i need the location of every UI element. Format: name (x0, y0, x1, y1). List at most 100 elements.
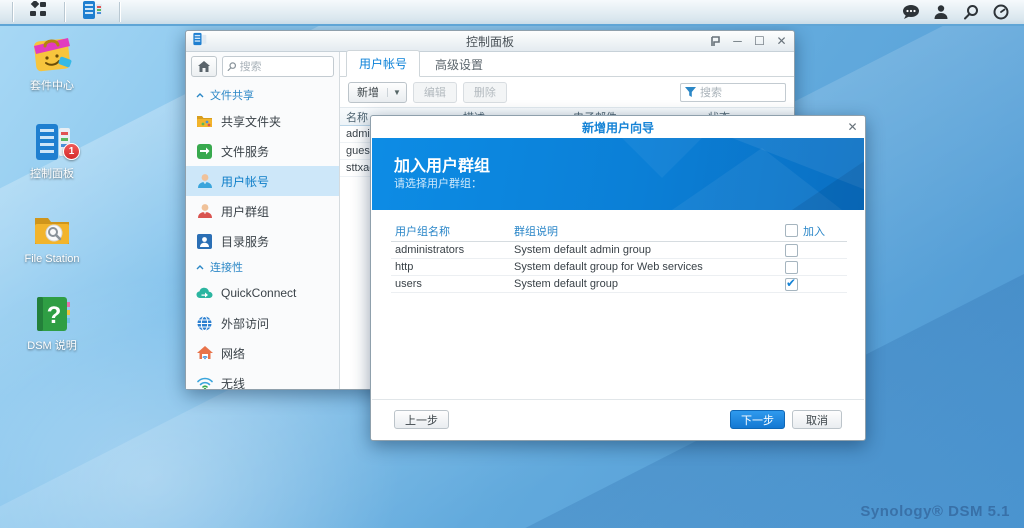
desktop: 套件中心 1 控制面板 (0, 0, 1024, 528)
tab-advanced-settings[interactable]: 高级设置 (422, 51, 496, 77)
column-group-description[interactable]: 群组说明 (514, 223, 785, 239)
chevron-down-icon[interactable]: ▼ (387, 88, 406, 97)
file-services-icon (196, 143, 213, 160)
desktop-icon-label: DSM 说明 (27, 337, 77, 353)
sidebar-item-label: 外部访问 (221, 315, 269, 332)
wizard-footer: 上一步 下一步 取消 (372, 399, 864, 439)
taskbar-divider (12, 2, 13, 22)
column-group-name[interactable]: 用户组名称 (391, 223, 514, 239)
edit-button[interactable]: 编辑 (413, 82, 457, 103)
group-row-users[interactable]: users System default group (391, 276, 847, 293)
chevron-up-icon (196, 265, 204, 270)
tab-user-account[interactable]: 用户帐号 (346, 50, 420, 77)
sidebar-item-user-account[interactable]: 用户帐号 (186, 166, 339, 196)
desktop-icon-label: File Station (24, 253, 79, 265)
sidebar-item-label: 目录服务 (221, 233, 269, 250)
desktop-icon-label: 控制面板 (30, 165, 74, 181)
desktop-icon-file-station[interactable]: File Station (12, 210, 92, 265)
sidebar-item-label: 用户群组 (221, 203, 269, 220)
wizard-title: 新增用户向导 (371, 119, 865, 136)
group-name: administrators (391, 244, 514, 256)
main-menu-grid-icon (29, 1, 48, 23)
new-user-wizard-dialog: 新增用户向导 ✕ 加入用户群组 请选择用户群组： 用户组名称 群组说明 加入 (370, 115, 866, 441)
sidebar-item-external-access[interactable]: 外部访问 (186, 308, 339, 338)
filter-placeholder: 搜索 (700, 84, 722, 100)
search-icon[interactable] (958, 1, 984, 23)
next-button[interactable]: 下一步 (730, 410, 785, 429)
taskbar (0, 0, 1024, 26)
network-house-icon (196, 345, 213, 362)
minimize-icon[interactable]: ─ (731, 35, 744, 48)
dsm-help-icon: ? (32, 294, 72, 334)
notification-badge: 1 (63, 143, 80, 160)
join-checkbox[interactable] (785, 244, 798, 257)
search-icon (227, 61, 237, 72)
cancel-button[interactable]: 取消 (792, 410, 842, 429)
maximize-icon[interactable]: ☐ (753, 35, 766, 48)
widgets-gauge-icon[interactable] (988, 1, 1014, 23)
filter-search-box[interactable]: 搜索 (680, 83, 786, 102)
tab-bar: 用户帐号 高级设置 (340, 52, 794, 77)
sidebar-item-quickconnect[interactable]: QuickConnect (186, 278, 339, 308)
pin-shortcut-icon[interactable] (709, 35, 722, 48)
user-options-icon[interactable] (928, 1, 954, 23)
desktop-icon-control-panel[interactable]: 1 控制面板 (12, 122, 92, 181)
close-icon[interactable]: ✕ (775, 35, 788, 48)
desktop-icon-dsm-help[interactable]: ? DSM 说明 (12, 294, 92, 353)
sidebar-search-box[interactable] (222, 56, 334, 77)
group-row-http[interactable]: http System default group for Web servic… (391, 259, 847, 276)
wizard-heading: 加入用户群组 (394, 152, 490, 176)
user-group-icon (196, 203, 213, 220)
sidebar-item-label: 用户帐号 (221, 173, 269, 190)
join-checkbox[interactable] (785, 278, 798, 291)
back-button[interactable]: 上一步 (394, 410, 449, 429)
chevron-up-icon (196, 93, 204, 98)
sidebar-item-file-services[interactable]: 文件服务 (186, 136, 339, 166)
column-join: 加入 (803, 223, 825, 239)
main-menu-button[interactable] (15, 0, 62, 24)
delete-button[interactable]: 删除 (463, 82, 507, 103)
add-button-label: 新增 (349, 84, 387, 100)
search-input[interactable] (240, 61, 329, 73)
sidebar-item-network[interactable]: 网络 (186, 338, 339, 368)
filter-funnel-icon (685, 87, 696, 97)
external-access-globe-icon (196, 315, 213, 332)
group-description: System default group for Web services (514, 261, 785, 273)
home-button[interactable] (191, 56, 217, 77)
control-panel-window-icon (192, 32, 207, 51)
control-panel-titlebar[interactable]: 控制面板 ─ ☐ ✕ (186, 31, 794, 52)
group-name: http (391, 261, 514, 273)
sidebar-item-directory-service[interactable]: 目录服务 (186, 226, 339, 256)
group-description: System default admin group (514, 244, 785, 256)
desktop-icon-package-center[interactable]: 套件中心 (12, 34, 92, 93)
wizard-titlebar[interactable]: 新增用户向导 ✕ (371, 116, 865, 138)
select-all-checkbox[interactable] (785, 224, 798, 237)
add-button[interactable]: 新增 ▼ (348, 82, 407, 103)
join-checkbox[interactable] (785, 261, 798, 274)
sidebar-item-user-group[interactable]: 用户群组 (186, 196, 339, 226)
sidebar-item-label: 无线 (221, 375, 245, 390)
notifications-chat-icon[interactable] (898, 1, 924, 23)
taskbar-divider (64, 2, 65, 22)
close-icon[interactable]: ✕ (846, 121, 859, 134)
shared-folder-icon (196, 113, 213, 130)
section-label: 文件共享 (210, 87, 254, 103)
wizard-banner: 加入用户群组 请选择用户群组： (372, 138, 864, 210)
group-table-header: 用户组名称 群组说明 加入 (391, 220, 847, 242)
sidebar-item-wireless[interactable]: 无线 (186, 368, 339, 389)
control-panel-sidebar: 文件共享 共享文件夹 文件服务 (186, 52, 340, 389)
directory-service-icon (196, 233, 213, 250)
sidebar-item-label: 网络 (221, 345, 245, 362)
control-panel-icon: 1 (32, 122, 72, 162)
taskbar-right-icons (898, 1, 1024, 23)
group-row-administrators[interactable]: administrators System default admin grou… (391, 242, 847, 259)
control-panel-task-icon (81, 0, 103, 25)
sidebar-section-file-sharing[interactable]: 文件共享 (186, 84, 339, 106)
taskbar-open-app-control-panel[interactable] (67, 0, 117, 24)
sidebar-item-shared-folder[interactable]: 共享文件夹 (186, 106, 339, 136)
taskbar-divider (119, 2, 120, 22)
group-name: users (391, 278, 514, 290)
desktop-icon-column: 套件中心 1 控制面板 (12, 34, 92, 353)
toolbar: 新增 ▼ 编辑 删除 搜索 (340, 77, 794, 107)
sidebar-section-connectivity[interactable]: 连接性 (186, 256, 339, 278)
